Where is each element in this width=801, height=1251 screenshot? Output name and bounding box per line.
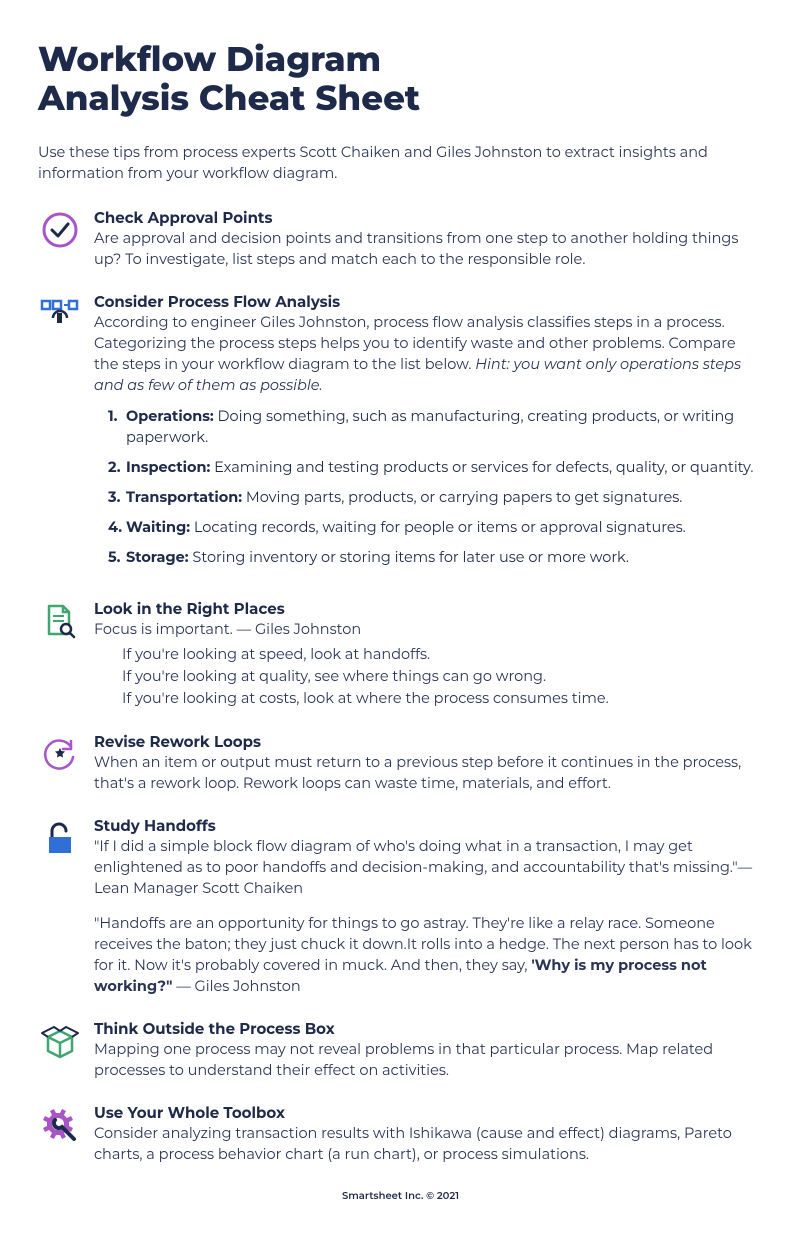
- sub-line: If you're looking at costs, look at wher…: [122, 688, 763, 710]
- lock-open-icon: [38, 816, 82, 860]
- list-text: Transportation: Moving parts, products, …: [126, 487, 763, 508]
- list-desc: Moving parts, products, or carrying pape…: [242, 488, 682, 506]
- list-text: Operations: Doing something, such as man…: [126, 406, 763, 448]
- sub-line: If you're looking at speed, look at hand…: [122, 644, 763, 666]
- list-number: 1.: [108, 406, 126, 448]
- list-label: Storage:: [126, 548, 189, 566]
- list-item: 1. Operations: Doing something, such as …: [108, 406, 763, 448]
- flow-list: 1. Operations: Doing something, such as …: [94, 406, 763, 568]
- list-number: 5.: [108, 547, 126, 568]
- section-title: Look in the Right Places: [94, 599, 763, 618]
- section-body: Are approval and decision points and tra…: [94, 228, 763, 270]
- places-sublines: If you're looking at speed, look at hand…: [94, 644, 763, 709]
- section-body: Consider analyzing transaction results w…: [94, 1123, 763, 1165]
- section-content: Check Approval Points Are approval and d…: [94, 208, 763, 270]
- section-title: Revise Rework Loops: [94, 732, 763, 751]
- document-search-icon: [38, 599, 82, 643]
- section-handoffs: Study Handoffs "If I did a simple block …: [38, 816, 763, 997]
- document-page: Workflow Diagram Analysis Cheat Sheet Us…: [0, 0, 801, 1222]
- section-body: When an item or output must return to a …: [94, 752, 763, 794]
- list-desc: Examining and testing products or servic…: [210, 458, 753, 476]
- section-body: Mapping one process may not reveal probl…: [94, 1039, 763, 1081]
- handoffs-p2-post: — Giles Johnston: [172, 977, 300, 995]
- list-item: 4. Waiting: Locating records, waiting fo…: [108, 517, 763, 538]
- section-content: Consider Process Flow Analysis According…: [94, 292, 763, 577]
- list-item: 2. Inspection: Examining and testing pro…: [108, 457, 763, 478]
- refresh-gear-icon: [38, 732, 82, 776]
- section-title: Study Handoffs: [94, 816, 763, 835]
- wrench-gear-icon: [38, 1103, 82, 1147]
- list-text: Inspection: Examining and testing produc…: [126, 457, 763, 478]
- list-number: 3.: [108, 487, 126, 508]
- footer-copyright: Smartsheet Inc. © 2021: [38, 1189, 763, 1202]
- section-body: According to engineer Giles Johnston, pr…: [94, 312, 763, 396]
- places-lead: Focus is important. — Giles Johnston: [94, 619, 763, 640]
- page-title: Workflow Diagram Analysis Cheat Sheet: [38, 40, 763, 118]
- section-rework: Revise Rework Loops When an item or outp…: [38, 732, 763, 794]
- list-desc: Locating records, waiting for people or …: [190, 518, 686, 536]
- title-line-1: Workflow Diagram: [38, 38, 381, 80]
- section-content: Use Your Whole Toolbox Consider analyzin…: [94, 1103, 763, 1165]
- intro-text: Use these tips from process experts Scot…: [38, 142, 763, 184]
- list-number: 2.: [108, 457, 126, 478]
- list-item: 3. Transportation: Moving parts, product…: [108, 487, 763, 508]
- handoffs-p2: "Handoffs are an opportunity for things …: [94, 913, 763, 997]
- list-label: Inspection:: [126, 458, 210, 476]
- section-box: Think Outside the Process Box Mapping on…: [38, 1019, 763, 1081]
- section-content: Study Handoffs "If I did a simple block …: [94, 816, 763, 997]
- section-approval: Check Approval Points Are approval and d…: [38, 208, 763, 270]
- section-title: Think Outside the Process Box: [94, 1019, 763, 1038]
- title-line-2: Analysis Cheat Sheet: [38, 77, 420, 119]
- list-number: 4.: [108, 517, 126, 538]
- section-places: Look in the Right Places Focus is import…: [38, 599, 763, 709]
- list-item: 5. Storage: Storing inventory or storing…: [108, 547, 763, 568]
- handoffs-p1: "If I did a simple block flow diagram of…: [94, 836, 763, 899]
- section-flow: Consider Process Flow Analysis According…: [38, 292, 763, 577]
- list-desc: Storing inventory or storing items for l…: [189, 548, 629, 566]
- section-title: Check Approval Points: [94, 208, 763, 227]
- sub-line: If you're looking at quality, see where …: [122, 666, 763, 688]
- list-label: Waiting:: [126, 518, 190, 536]
- section-content: Think Outside the Process Box Mapping on…: [94, 1019, 763, 1081]
- list-label: Transportation:: [126, 488, 242, 506]
- section-content: Look in the Right Places Focus is import…: [94, 599, 763, 709]
- section-title: Use Your Whole Toolbox: [94, 1103, 763, 1122]
- list-text: Waiting: Locating records, waiting for p…: [126, 517, 763, 538]
- list-text: Storage: Storing inventory or storing it…: [126, 547, 763, 568]
- section-title: Consider Process Flow Analysis: [94, 292, 763, 311]
- list-label: Operations:: [126, 407, 214, 425]
- open-box-icon: [38, 1019, 82, 1063]
- flow-chart-icon: [38, 292, 82, 336]
- section-toolbox: Use Your Whole Toolbox Consider analyzin…: [38, 1103, 763, 1165]
- section-content: Revise Rework Loops When an item or outp…: [94, 732, 763, 794]
- list-desc: Doing something, such as manufacturing, …: [126, 407, 734, 446]
- checkmark-circle-icon: [38, 208, 82, 252]
